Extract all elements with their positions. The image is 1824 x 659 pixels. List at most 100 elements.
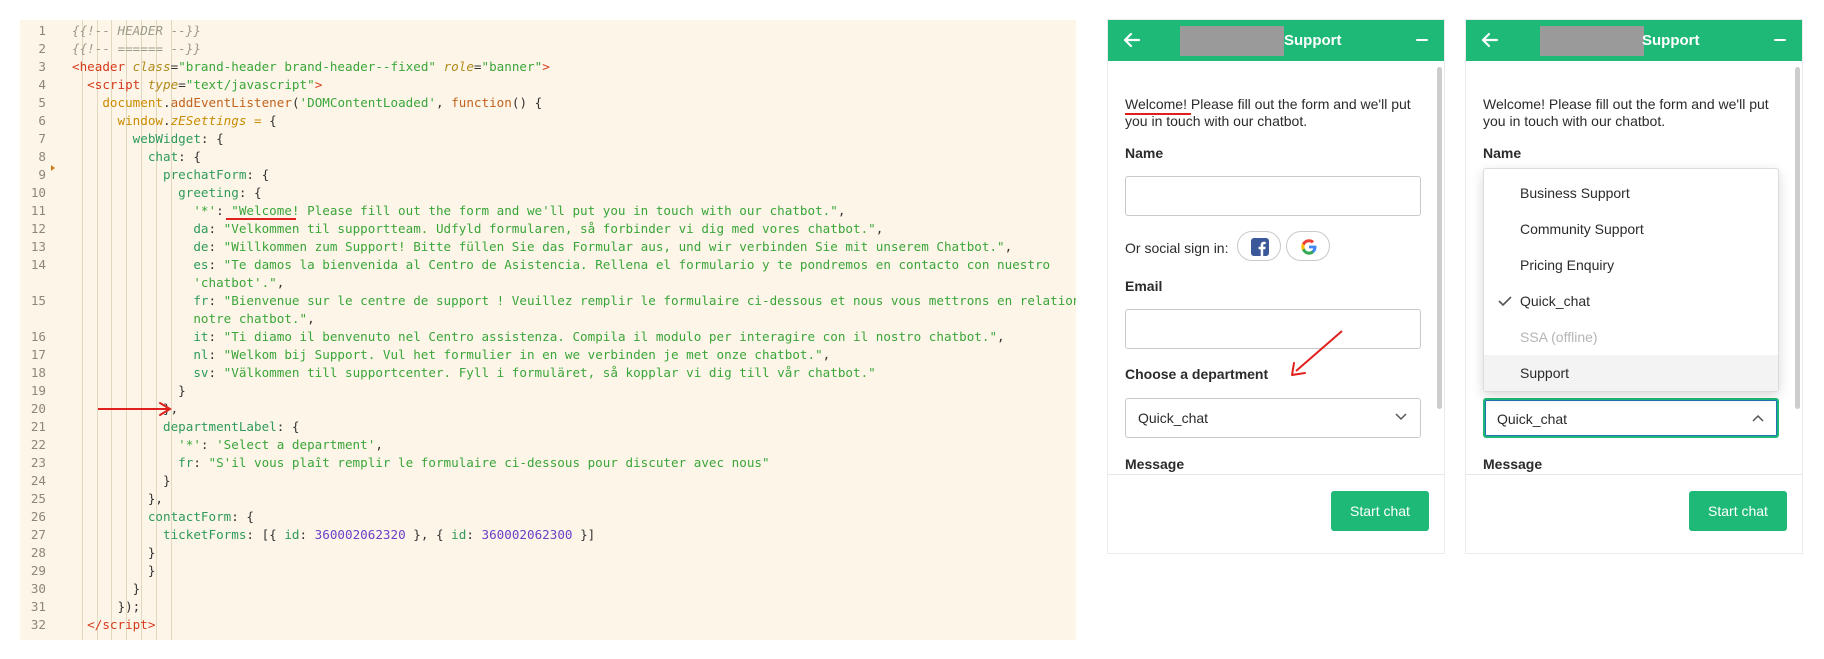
line-number: 1 — [38, 23, 46, 38]
code-token: "Ti diamo il benvenuto nel Centro assist… — [223, 329, 998, 344]
code-text: webWidget: { — [72, 130, 224, 148]
code-token: es — [193, 257, 209, 272]
department-select[interactable]: Quick_chat — [1125, 398, 1421, 438]
code-token: id — [451, 527, 467, 542]
code-token: it — [193, 329, 209, 344]
code-token: '*' — [193, 203, 217, 218]
code-token: > — [542, 59, 550, 74]
code-text: contactForm: { — [72, 508, 254, 526]
code-token: : — [208, 293, 224, 308]
code-token: "banner" — [481, 59, 543, 74]
chat-widget-prechat: Support Welcome! Please fill out the for… — [1108, 20, 1444, 553]
email-field[interactable] — [1125, 309, 1421, 349]
code-token: da — [193, 221, 209, 236]
code-token: fr — [193, 293, 209, 308]
code-token: } — [72, 473, 171, 488]
line-number: 28 — [30, 545, 46, 560]
facebook-sign-in-button[interactable] — [1237, 231, 1281, 261]
line-number: 27 — [30, 527, 46, 542]
code-text: } — [72, 580, 141, 598]
line-number: 24 — [30, 473, 46, 488]
department-select[interactable]: Quick_chat — [1483, 398, 1779, 438]
code-token: }, { — [405, 527, 452, 542]
code-text: } — [72, 382, 186, 400]
code-token: , — [436, 95, 452, 110]
code-line: 3 <header class = "brand-header brand-heade… — [20, 58, 1076, 76]
code-token: '*' — [178, 437, 201, 452]
start-chat-button[interactable]: Start chat — [1331, 491, 1429, 531]
code-token: "Te damos la bienvenida al Centro de Asi… — [223, 257, 1051, 272]
code-token: = — [178, 77, 186, 92]
code-token: : — [208, 329, 224, 344]
dropdown-option-label: Pricing Enquiry — [1520, 257, 1615, 273]
code-token: 360002062320 — [314, 527, 406, 542]
code-token: } — [72, 581, 141, 596]
line-number: 20 — [30, 401, 46, 416]
minimize-icon[interactable] — [1772, 32, 1788, 48]
line-number: 29 — [30, 563, 46, 578]
google-sign-in-button[interactable] — [1286, 231, 1330, 261]
department-select-value: Quick_chat — [1497, 411, 1568, 427]
code-line: 21 departmentLabel: { — [20, 418, 1076, 436]
code-text: departmentLabel: { — [72, 418, 299, 436]
widget-title: Support — [1642, 32, 1700, 49]
code-line: 9 prechatForm: { — [20, 166, 1076, 184]
dropdown-option[interactable]: Support — [1484, 355, 1778, 391]
dropdown-option-label: SSA (offline) — [1520, 329, 1598, 345]
line-number: 26 — [30, 509, 46, 524]
code-text: </script> — [72, 616, 155, 634]
dropdown-option[interactable]: Community Support — [1484, 211, 1778, 247]
code-token: notre chatbot." — [193, 311, 308, 326]
dropdown-option[interactable]: Business Support — [1484, 175, 1778, 211]
line-number: 4 — [38, 77, 46, 92]
code-editor[interactable]: 1 {{!-- HEADER --}} 2 {{!-- ====== --}} 3 <he… — [20, 20, 1076, 640]
code-line: 25 }, — [20, 490, 1076, 508]
back-arrow-icon[interactable] — [1120, 28, 1144, 52]
google-icon — [1301, 239, 1317, 255]
redacted-brand-name — [1540, 26, 1644, 56]
line-number: 3 — [38, 59, 46, 74]
annotation-underline — [226, 218, 296, 220]
code-text: greeting: { — [72, 184, 262, 202]
code-token: }); — [72, 599, 141, 614]
line-number: 9 — [38, 167, 46, 182]
back-arrow-icon[interactable] — [1478, 28, 1502, 52]
code-token: "brand-header brand-header--fixed" — [178, 59, 436, 74]
minimize-icon[interactable] — [1414, 32, 1430, 48]
code-line: 24 } — [20, 472, 1076, 490]
chevron-down-icon — [1395, 413, 1407, 421]
code-token: ticketForms — [163, 527, 247, 542]
department-select-value: Quick_chat — [1138, 410, 1209, 426]
scrollbar[interactable] — [1795, 67, 1800, 409]
name-field[interactable] — [1125, 176, 1421, 216]
line-number: 23 — [30, 455, 46, 470]
code-token: . — [163, 113, 171, 128]
dropdown-option-label: Support — [1520, 365, 1570, 381]
line-number: 18 — [30, 365, 46, 380]
code-token: "Welcome! Please fill out the form and w… — [231, 203, 838, 218]
code-token: prechatForm — [163, 167, 247, 182]
code-text: <script type="text/javascript"> — [72, 76, 322, 94]
code-text: '*': 'Select a department', — [72, 436, 383, 454]
widget-form: Welcome! Please fill out the form and we… — [1108, 61, 1444, 474]
code-line: 'chatbot'.", — [20, 274, 1076, 292]
code-text: sv: "Välkommen till supportcenter. Fyll … — [72, 364, 875, 382]
code-text: <header class = "brand-header brand-header… — [72, 58, 550, 76]
code-line: 6 window.zESettings = { — [20, 112, 1076, 130]
code-token: : { — [238, 185, 262, 200]
dropdown-option[interactable]: Quick_chat — [1484, 283, 1778, 319]
dropdown-option[interactable]: Pricing Enquiry — [1484, 247, 1778, 283]
code-token: , — [307, 311, 315, 326]
code-token: {{!-- ====== --}} — [72, 41, 201, 56]
code-token: window — [117, 113, 164, 128]
scrollbar[interactable] — [1437, 67, 1442, 409]
start-chat-button[interactable]: Start chat — [1689, 491, 1787, 531]
